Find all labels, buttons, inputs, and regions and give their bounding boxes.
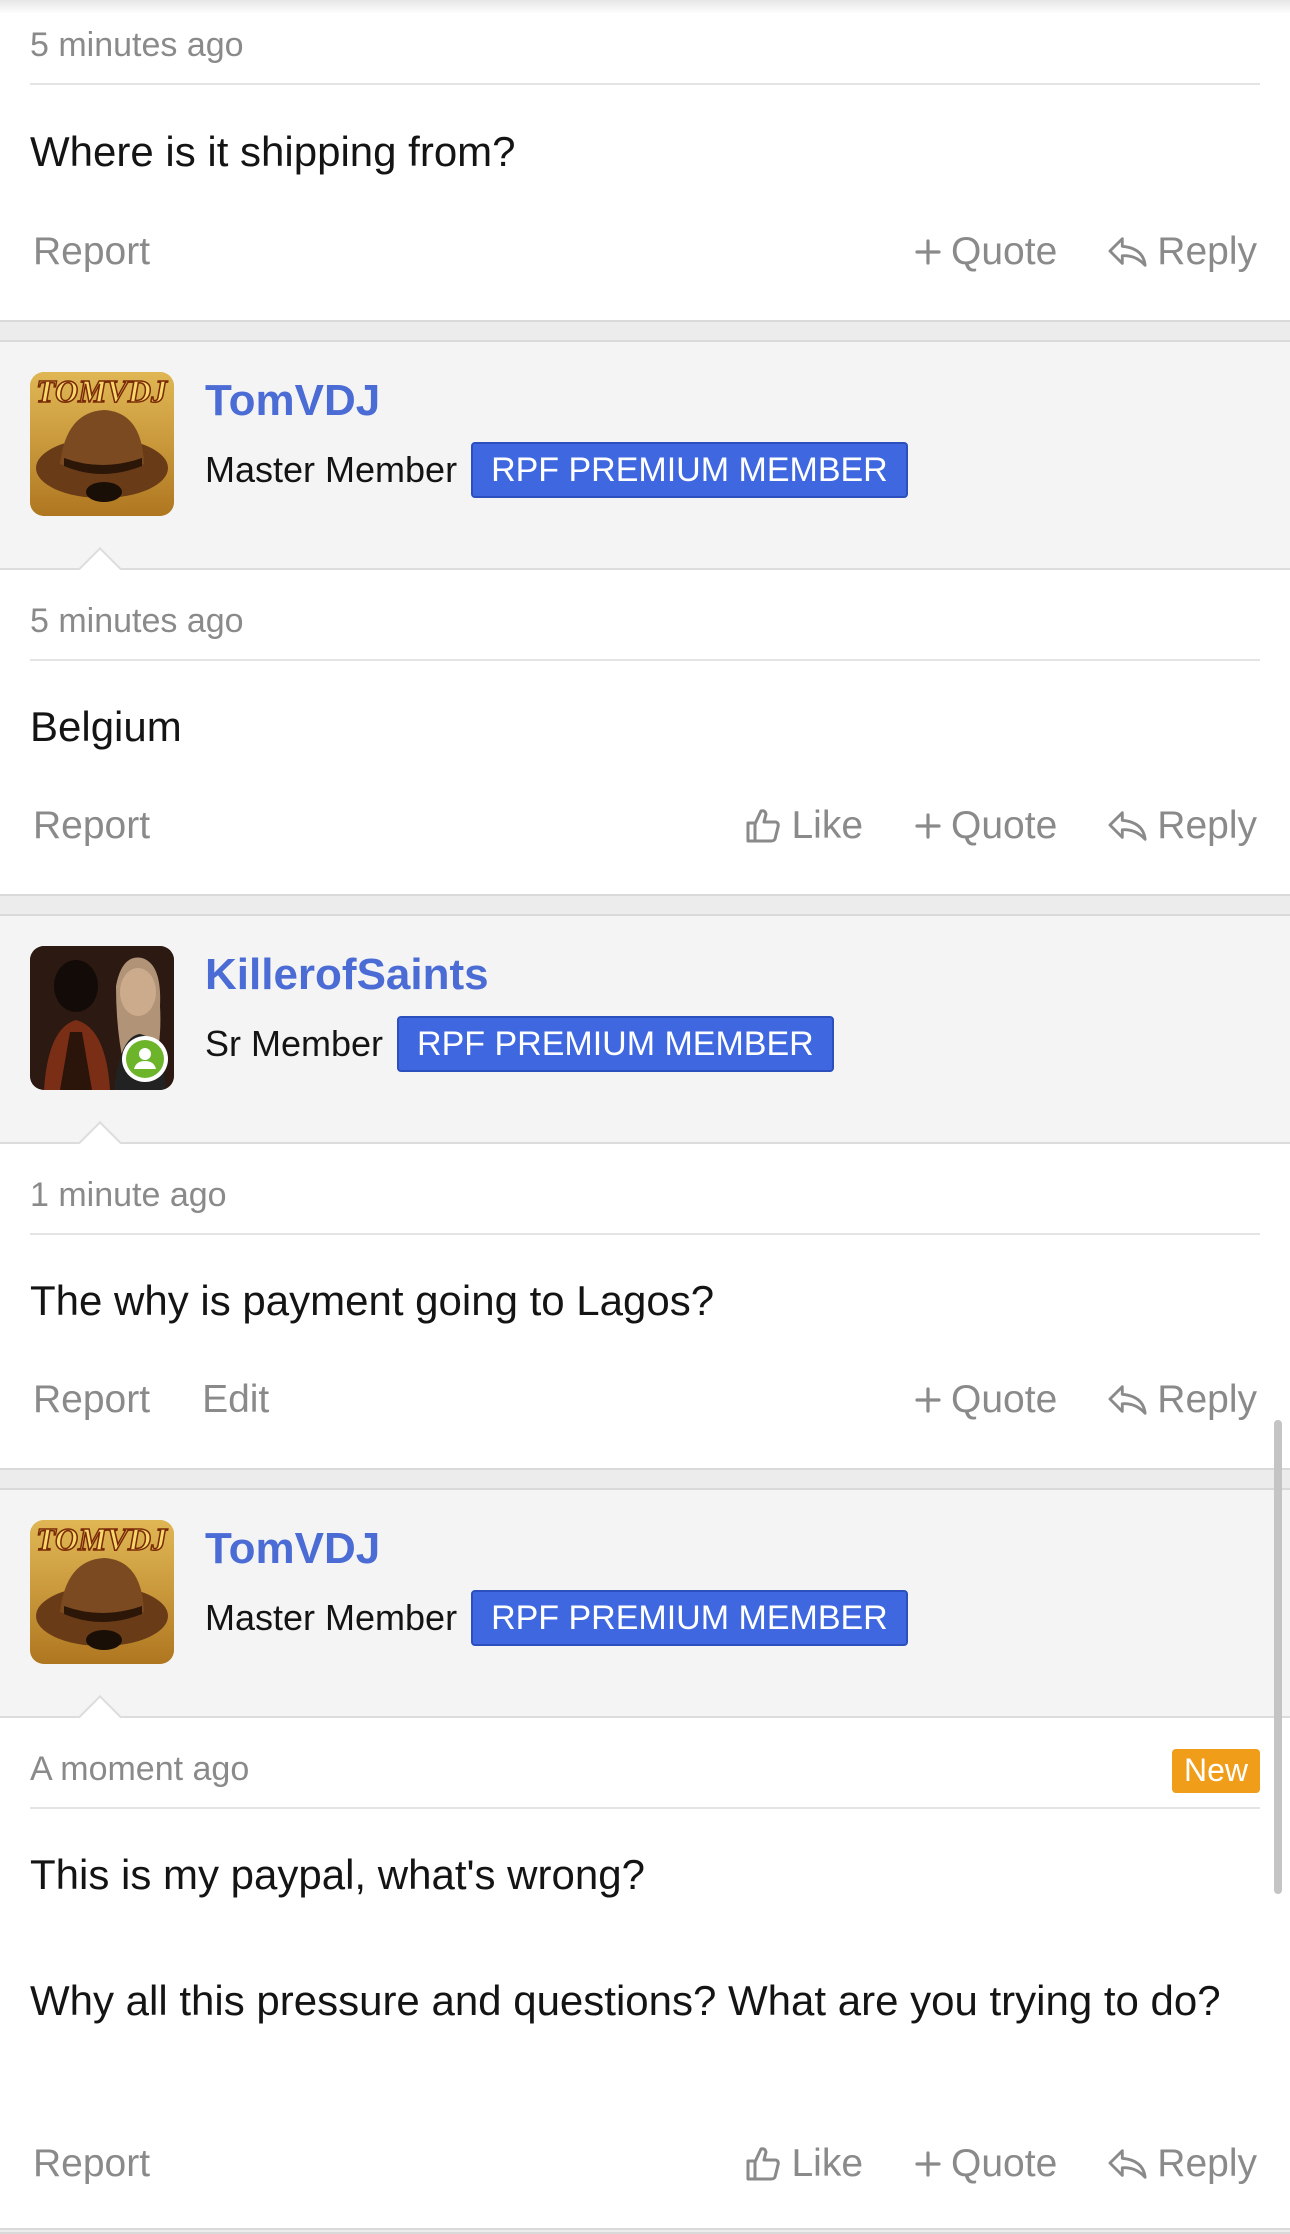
plus-icon	[913, 237, 943, 267]
post-time: A moment ago	[30, 1750, 250, 1788]
tomvdj-fedora-avatar-icon	[30, 372, 174, 516]
new-badge: New	[1171, 1749, 1260, 1793]
reply-button[interactable]: Reply	[1107, 796, 1257, 856]
reply-label: Reply	[1157, 230, 1257, 273]
post-body: This is my paypal, what's wrong? Why all…	[30, 1843, 1260, 2032]
thumbs-up-icon	[743, 2144, 783, 2184]
report-button[interactable]: Report	[33, 1370, 150, 1430]
post-meta: A moment ago New	[30, 1724, 1260, 1809]
tomvdj-fedora-avatar-icon	[30, 1520, 174, 1664]
avatar[interactable]	[30, 1520, 174, 1664]
post-divider	[0, 2228, 1290, 2234]
reply-label: Reply	[1157, 804, 1257, 847]
online-status-icon	[122, 1036, 168, 1082]
reply-arrow-icon	[1107, 1381, 1149, 1419]
user-rank-row: Master Member RPF PREMIUM MEMBER	[205, 442, 908, 498]
plus-icon	[913, 811, 943, 841]
post-paragraph: The why is payment going to Lagos?	[30, 1277, 715, 1324]
quote-label: Quote	[951, 1378, 1058, 1421]
reply-arrow-icon	[1107, 233, 1149, 271]
post-paragraph: Where is it shipping from?	[30, 128, 516, 175]
premium-member-badge: RPF PREMIUM MEMBER	[397, 1016, 834, 1072]
post-paragraph: This is my paypal, what's wrong?	[30, 1851, 645, 1898]
report-button[interactable]: Report	[33, 222, 150, 282]
user-header: TomVDJ Master Member RPF PREMIUM MEMBER	[0, 342, 1290, 570]
reply-arrow-icon	[1107, 2145, 1149, 2183]
user-rank-row: Sr Member RPF PREMIUM MEMBER	[205, 1016, 834, 1072]
post-meta: 1 minute ago	[30, 1150, 1260, 1235]
quote-button[interactable]: Quote	[913, 796, 1057, 856]
post-divider	[0, 1468, 1290, 1490]
post-actions: Report Like Quote Reply	[30, 796, 1260, 856]
reply-arrow-icon	[1107, 807, 1149, 845]
like-button[interactable]: Like	[743, 796, 863, 856]
premium-member-badge: RPF PREMIUM MEMBER	[471, 442, 908, 498]
username-link[interactable]: KillerofSaints	[205, 950, 489, 1000]
quote-button[interactable]: Quote	[913, 2134, 1057, 2194]
speech-notch	[76, 544, 124, 570]
like-button[interactable]: Like	[743, 2134, 863, 2194]
post-divider	[0, 320, 1290, 342]
report-button[interactable]: Report	[33, 796, 150, 856]
username-link[interactable]: TomVDJ	[205, 376, 380, 426]
user-header: KillerofSaints Sr Member RPF PREMIUM MEM…	[0, 916, 1290, 1144]
post-meta: 5 minutes ago	[30, 0, 1260, 85]
reply-button[interactable]: Reply	[1107, 2134, 1257, 2194]
reply-button[interactable]: Reply	[1107, 1370, 1257, 1430]
post-meta: 5 minutes ago	[30, 576, 1260, 661]
post-time: 5 minutes ago	[30, 26, 244, 64]
thumbs-up-icon	[743, 806, 783, 846]
user-header: TomVDJ Master Member RPF PREMIUM MEMBER	[0, 1490, 1290, 1718]
plus-icon	[913, 2149, 943, 2179]
quote-label: Quote	[951, 230, 1058, 273]
post-body: Where is it shipping from?	[30, 120, 1260, 183]
speech-notch	[76, 1118, 124, 1144]
post-time: 1 minute ago	[30, 1176, 227, 1214]
user-rank: Master Member	[205, 1597, 458, 1638]
plus-icon	[913, 1385, 943, 1415]
post-actions: Report Quote Reply	[30, 222, 1260, 282]
post-body: Belgium	[30, 695, 1260, 758]
user-rank: Sr Member	[205, 1023, 384, 1064]
like-label: Like	[791, 804, 864, 847]
post-body: The why is payment going to Lagos?	[30, 1269, 1260, 1332]
avatar[interactable]	[30, 372, 174, 516]
post-actions: Report Edit Quote Reply	[30, 1370, 1260, 1430]
post-time: 5 minutes ago	[30, 602, 244, 640]
like-label: Like	[791, 2142, 864, 2185]
quote-label: Quote	[951, 2142, 1058, 2185]
edit-button[interactable]: Edit	[202, 1370, 269, 1430]
quote-button[interactable]: Quote	[913, 222, 1057, 282]
post-actions: Report Like Quote Reply	[30, 2134, 1260, 2194]
report-button[interactable]: Report	[33, 2134, 150, 2194]
post-divider	[0, 894, 1290, 916]
user-rank-row: Master Member RPF PREMIUM MEMBER	[205, 1590, 908, 1646]
reply-label: Reply	[1157, 2142, 1257, 2185]
reply-label: Reply	[1157, 1378, 1257, 1421]
premium-member-badge: RPF PREMIUM MEMBER	[471, 1590, 908, 1646]
post-paragraph: Belgium	[30, 703, 182, 750]
reply-button[interactable]: Reply	[1107, 222, 1257, 282]
quote-button[interactable]: Quote	[913, 1370, 1057, 1430]
speech-notch	[76, 1692, 124, 1718]
user-rank: Master Member	[205, 449, 458, 490]
scrollbar[interactable]	[1274, 1420, 1282, 1894]
username-link[interactable]: TomVDJ	[205, 1524, 380, 1574]
quote-label: Quote	[951, 804, 1058, 847]
post-paragraph: Why all this pressure and questions? Wha…	[30, 1977, 1221, 2024]
